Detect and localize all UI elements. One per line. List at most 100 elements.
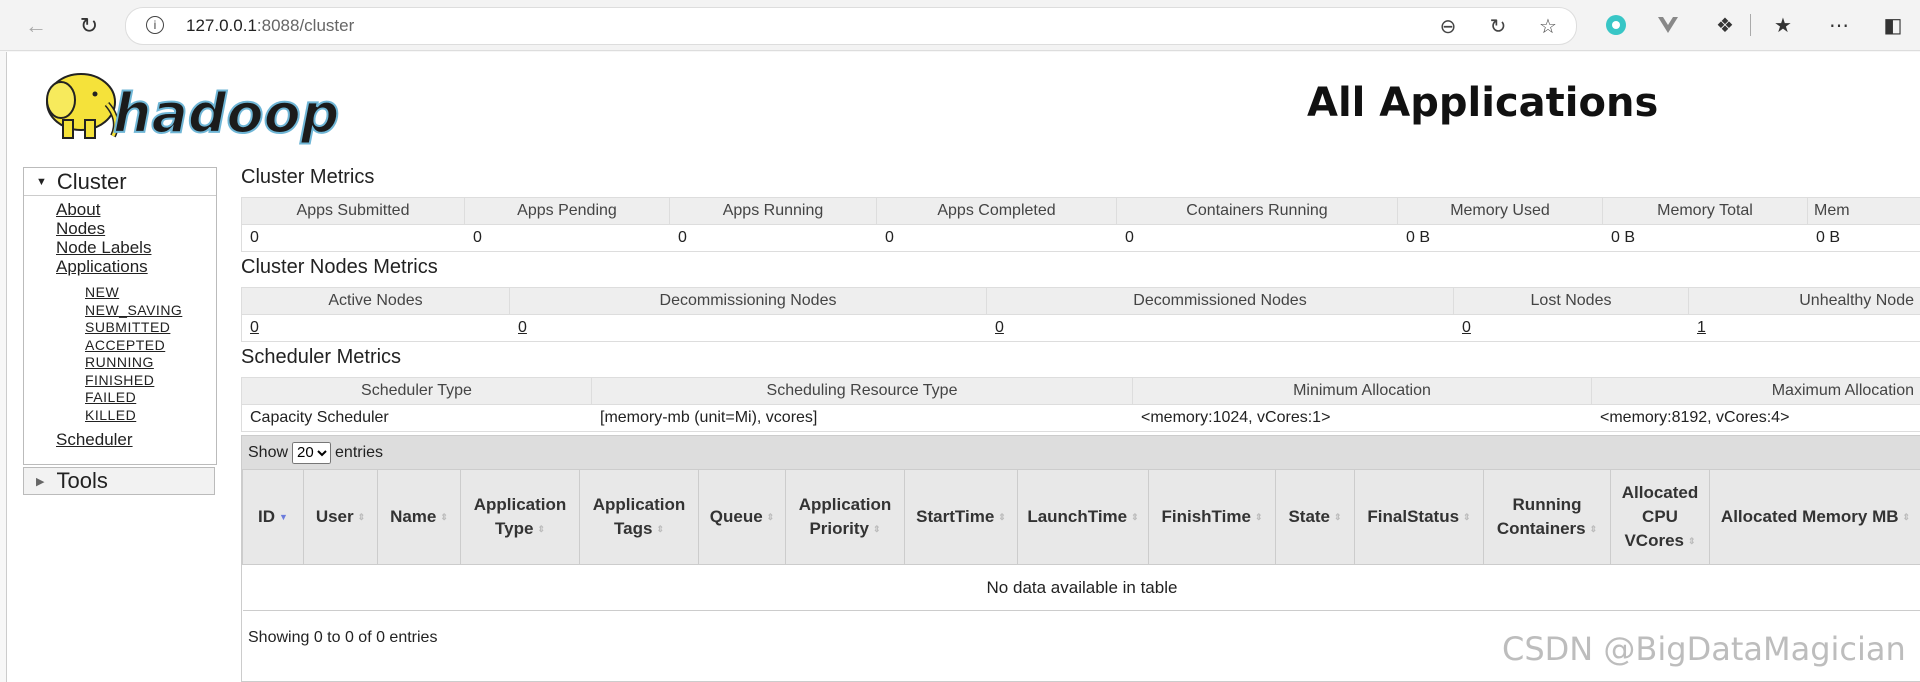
sort-icon: ⇕: [1463, 512, 1471, 523]
metric-header: Memory Used: [1397, 197, 1603, 225]
browser-toolbar: ← ↻ i 127.0.0.1:8088/cluster ⊖ ↻ ☆ ❖ ★ ⋯…: [0, 0, 1920, 51]
nav-link-state-killed[interactable]: KILLED: [85, 407, 216, 425]
cluster-nav: ▼ Cluster About Nodes Node Labels Applic…: [23, 167, 217, 465]
column-header-application-type[interactable]: Application Type ⇕: [460, 469, 580, 565]
column-header-allocated-cpu-vcores[interactable]: Allocated CPU VCores ⇕: [1610, 469, 1710, 565]
url-text[interactable]: 127.0.0.1:8088/cluster: [186, 16, 354, 36]
column-header-queue[interactable]: Queue ⇕: [698, 469, 786, 565]
tools-nav-label: Tools: [56, 468, 108, 493]
decommissioning-nodes-link[interactable]: 0: [509, 314, 987, 342]
tools-nav-header[interactable]: ▶ Tools: [23, 467, 215, 495]
lost-nodes-link[interactable]: 0: [1453, 314, 1689, 342]
cluster-metrics-title: Cluster Metrics: [241, 166, 375, 188]
nav-link-state-submitted[interactable]: SUBMITTED: [85, 319, 216, 337]
page-length-control: Show 20 entries: [242, 436, 1920, 469]
metric-header: Decommissioning Nodes: [509, 287, 987, 315]
site-info-icon[interactable]: i: [146, 16, 164, 34]
column-header-start-time[interactable]: StartTime ⇕: [904, 469, 1018, 565]
applications-table: ID ▼ User ⇕ Name ⇕ Application Type ⇕ Applic…: [242, 469, 1920, 611]
metric-header: Minimum Allocation: [1132, 377, 1592, 405]
nodes-metrics-title: Cluster Nodes Metrics: [241, 256, 438, 278]
nav-link-applications[interactable]: Applications: [56, 257, 216, 276]
column-header-application-priority[interactable]: Application Priority ⇕: [785, 469, 905, 565]
metric-header: Apps Submitted: [241, 197, 465, 225]
metric-value: 0: [1116, 224, 1398, 252]
translate-icon[interactable]: ↻: [1486, 14, 1510, 38]
decommissioned-nodes-link[interactable]: 0: [986, 314, 1454, 342]
metric-header: Mem: [1807, 197, 1920, 225]
metric-value: Capacity Scheduler: [241, 404, 592, 432]
column-header-finish-time[interactable]: FinishTime ⇕: [1148, 469, 1276, 565]
sort-icon: ⇕: [766, 512, 775, 523]
column-header-running-containers[interactable]: Running Containers ⇕: [1483, 469, 1611, 565]
column-header-name[interactable]: Name ⇕: [377, 469, 461, 565]
sort-desc-icon: ▼: [279, 512, 288, 523]
vue-devtools-icon[interactable]: [1655, 12, 1681, 38]
nav-link-state-new-saving[interactable]: NEW_SAVING: [85, 302, 216, 320]
column-header-launch-time[interactable]: LaunchTime ⇕: [1017, 469, 1149, 565]
watermark: CSDN @BigDataMagician: [1502, 630, 1906, 668]
metric-header: Decommissioned Nodes: [986, 287, 1454, 315]
active-nodes-link[interactable]: 0: [241, 314, 510, 342]
sort-icon: ⇕: [1687, 536, 1696, 547]
nav-link-state-failed[interactable]: FAILED: [85, 389, 216, 407]
metric-value: 0: [669, 224, 877, 252]
sidebar-icon[interactable]: ◧: [1880, 12, 1906, 38]
metric-header: Apps Running: [669, 197, 877, 225]
favorite-star-icon[interactable]: ☆: [1536, 14, 1560, 38]
metric-value: 0: [241, 224, 465, 252]
metric-value: [memory-mb (unit=Mi), vcores]: [591, 404, 1133, 432]
sort-icon: ⇕: [998, 512, 1006, 523]
address-bar[interactable]: i 127.0.0.1:8088/cluster ⊖ ↻ ☆: [125, 7, 1577, 45]
metric-value: 0 B: [1602, 224, 1808, 252]
nav-link-state-finished[interactable]: FINISHED: [85, 372, 216, 390]
collapsed-triangle-icon: ▶: [36, 475, 45, 488]
page-size-select[interactable]: 20: [292, 441, 332, 464]
column-header-user[interactable]: User ⇕: [303, 469, 378, 565]
cluster-nav-header[interactable]: ▼ Cluster: [24, 168, 216, 196]
unhealthy-nodes-link[interactable]: 1: [1688, 314, 1920, 342]
metric-value: 0 B: [1807, 224, 1920, 252]
column-header-final-status[interactable]: FinalStatus ⇕: [1354, 469, 1484, 565]
scheduler-metrics-title: Scheduler Metrics: [241, 346, 402, 368]
metric-header: Scheduler Type: [241, 377, 592, 405]
scheduler-metrics-table: Scheduler Type Scheduling Resource Type …: [241, 377, 1920, 432]
metric-value: 0: [876, 224, 1117, 252]
expanded-triangle-icon: ▼: [36, 175, 47, 188]
metric-header: Memory Total: [1602, 197, 1808, 225]
sort-icon: ⇕: [1254, 512, 1263, 523]
column-header-application-tags[interactable]: Application Tags ⇕: [579, 469, 699, 565]
metric-value: <memory:8192, vCores:4>: [1591, 404, 1920, 432]
metric-header: Apps Pending: [464, 197, 670, 225]
toolbar-divider: [1750, 14, 1751, 36]
nav-link-state-running[interactable]: RUNNING: [85, 354, 216, 372]
sort-icon: ⇕: [440, 512, 448, 523]
page-content: hadoop All Applications ▼ Cluster About …: [6, 52, 1920, 682]
nav-link-nodes[interactable]: Nodes: [56, 219, 216, 238]
nav-link-state-accepted[interactable]: ACCEPTED: [85, 337, 216, 355]
column-header-allocated-memory-mb[interactable]: Allocated Memory MB ⇕: [1709, 469, 1920, 565]
nav-link-about[interactable]: About: [56, 200, 216, 219]
extensions-puzzle-icon[interactable]: ❖: [1712, 12, 1738, 38]
extension-icon[interactable]: [1603, 12, 1629, 38]
favorites-icon[interactable]: ★: [1770, 12, 1796, 38]
logo-wordmark: hadoop: [113, 82, 339, 145]
metric-value: 0 B: [1397, 224, 1603, 252]
sort-icon: ⇕: [1334, 512, 1342, 523]
reload-icon[interactable]: ↻: [75, 12, 103, 40]
sort-icon: ⇕: [656, 524, 664, 535]
column-header-id[interactable]: ID ▼: [242, 469, 304, 565]
metric-value: <memory:1024, vCores:1>: [1132, 404, 1592, 432]
nav-link-scheduler[interactable]: Scheduler: [56, 430, 216, 449]
more-menu-icon[interactable]: ⋯: [1826, 12, 1852, 38]
nav-link-state-new[interactable]: NEW: [85, 284, 216, 302]
zoom-out-icon[interactable]: ⊖: [1436, 14, 1460, 38]
metric-header: Containers Running: [1116, 197, 1398, 225]
back-icon[interactable]: ←: [22, 12, 50, 40]
sort-icon: ⇕: [872, 524, 881, 535]
empty-table-message: No data available in table: [242, 564, 1920, 611]
metric-header: Active Nodes: [241, 287, 510, 315]
nav-link-node-labels[interactable]: Node Labels: [56, 238, 216, 257]
column-header-state[interactable]: State ⇕: [1275, 469, 1355, 565]
metric-header: Scheduling Resource Type: [591, 377, 1133, 405]
